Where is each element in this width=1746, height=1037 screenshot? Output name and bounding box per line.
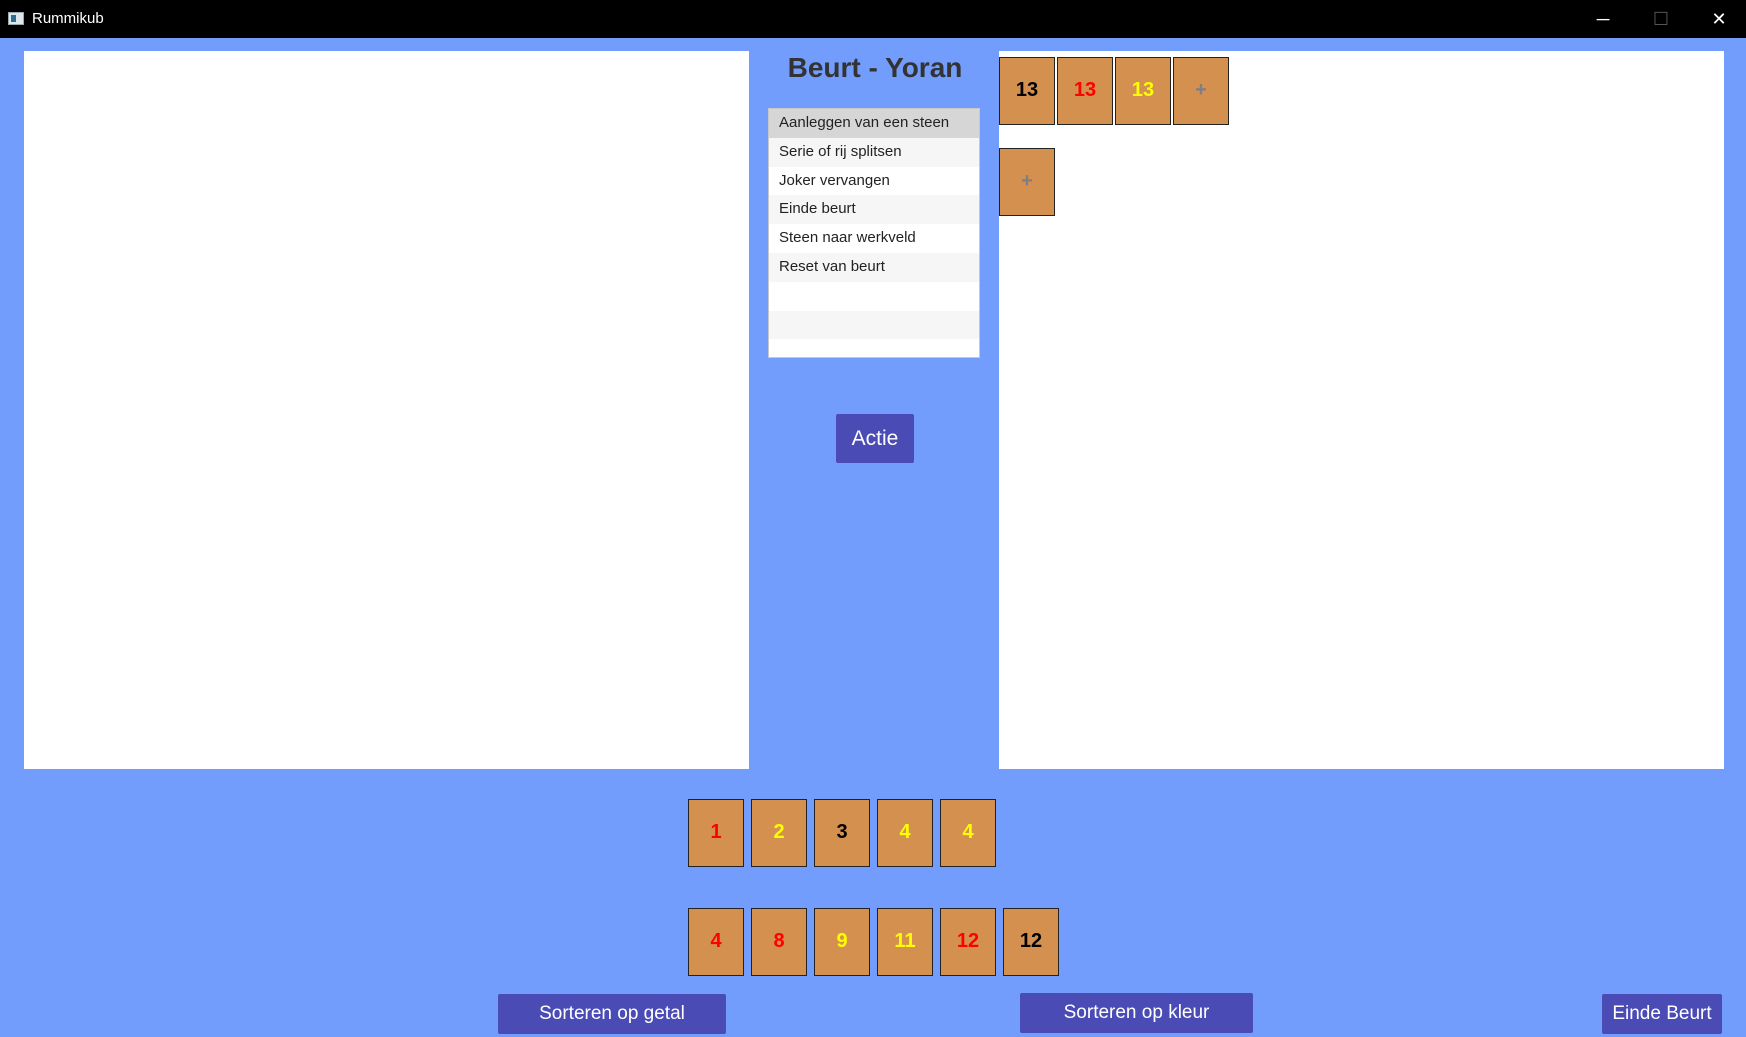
rack-tile[interactable]: 12 <box>1003 908 1059 976</box>
rack-tile[interactable]: 2 <box>751 799 807 867</box>
rack-tile[interactable]: 4 <box>940 799 996 867</box>
maximize-button[interactable]: ☐ <box>1632 0 1690 38</box>
action-item[interactable]: Reset van beurt <box>769 252 979 282</box>
close-button[interactable]: ✕ <box>1690 0 1746 38</box>
rack-tile[interactable]: 4 <box>877 799 933 867</box>
actie-button[interactable]: Actie <box>836 414 914 463</box>
window-title: Rummikub <box>32 10 104 27</box>
rack-tile[interactable]: 12 <box>940 908 996 976</box>
player-board-left <box>24 51 749 769</box>
action-item[interactable]: Einde beurt <box>769 195 979 225</box>
action-item-empty[interactable] <box>769 310 979 340</box>
turn-title: Beurt - Yoran <box>787 52 963 83</box>
action-item[interactable]: Steen naar werkveld <box>769 224 979 253</box>
workfield-tile[interactable]: 13 <box>999 57 1055 125</box>
rack-tile[interactable]: 4 <box>688 908 744 976</box>
rack-tile[interactable]: 3 <box>814 799 870 867</box>
rack-tile[interactable]: 1 <box>688 799 744 867</box>
workfield-board <box>999 51 1724 769</box>
workfield-tile[interactable]: 13 <box>1115 57 1171 125</box>
action-item[interactable]: Joker vervangen <box>769 167 979 196</box>
minimize-button[interactable]: ─ <box>1574 0 1632 38</box>
add-tile-button[interactable]: + <box>1173 57 1229 125</box>
rack-tile[interactable]: 8 <box>751 908 807 976</box>
add-tile-button[interactable]: + <box>999 148 1055 216</box>
action-list[interactable]: Aanleggen van een steen Serie of rij spli… <box>768 108 980 358</box>
app-icon <box>8 12 24 25</box>
end-turn-button[interactable]: Einde Beurt <box>1602 994 1722 1034</box>
rack-tile[interactable]: 9 <box>814 908 870 976</box>
action-item[interactable]: Serie of rij splitsen <box>769 137 979 167</box>
sort-by-color-button[interactable]: Sorteren op kleur <box>1020 993 1253 1033</box>
action-item[interactable]: Aanleggen van een steen <box>769 109 979 138</box>
sort-by-number-button[interactable]: Sorteren op getal <box>498 994 726 1034</box>
rack-tile[interactable]: 11 <box>877 908 933 976</box>
action-item-empty[interactable] <box>769 282 979 311</box>
title-bar: Rummikub ─ ☐ ✕ <box>0 0 1746 38</box>
workfield-tile[interactable]: 13 <box>1057 57 1113 125</box>
